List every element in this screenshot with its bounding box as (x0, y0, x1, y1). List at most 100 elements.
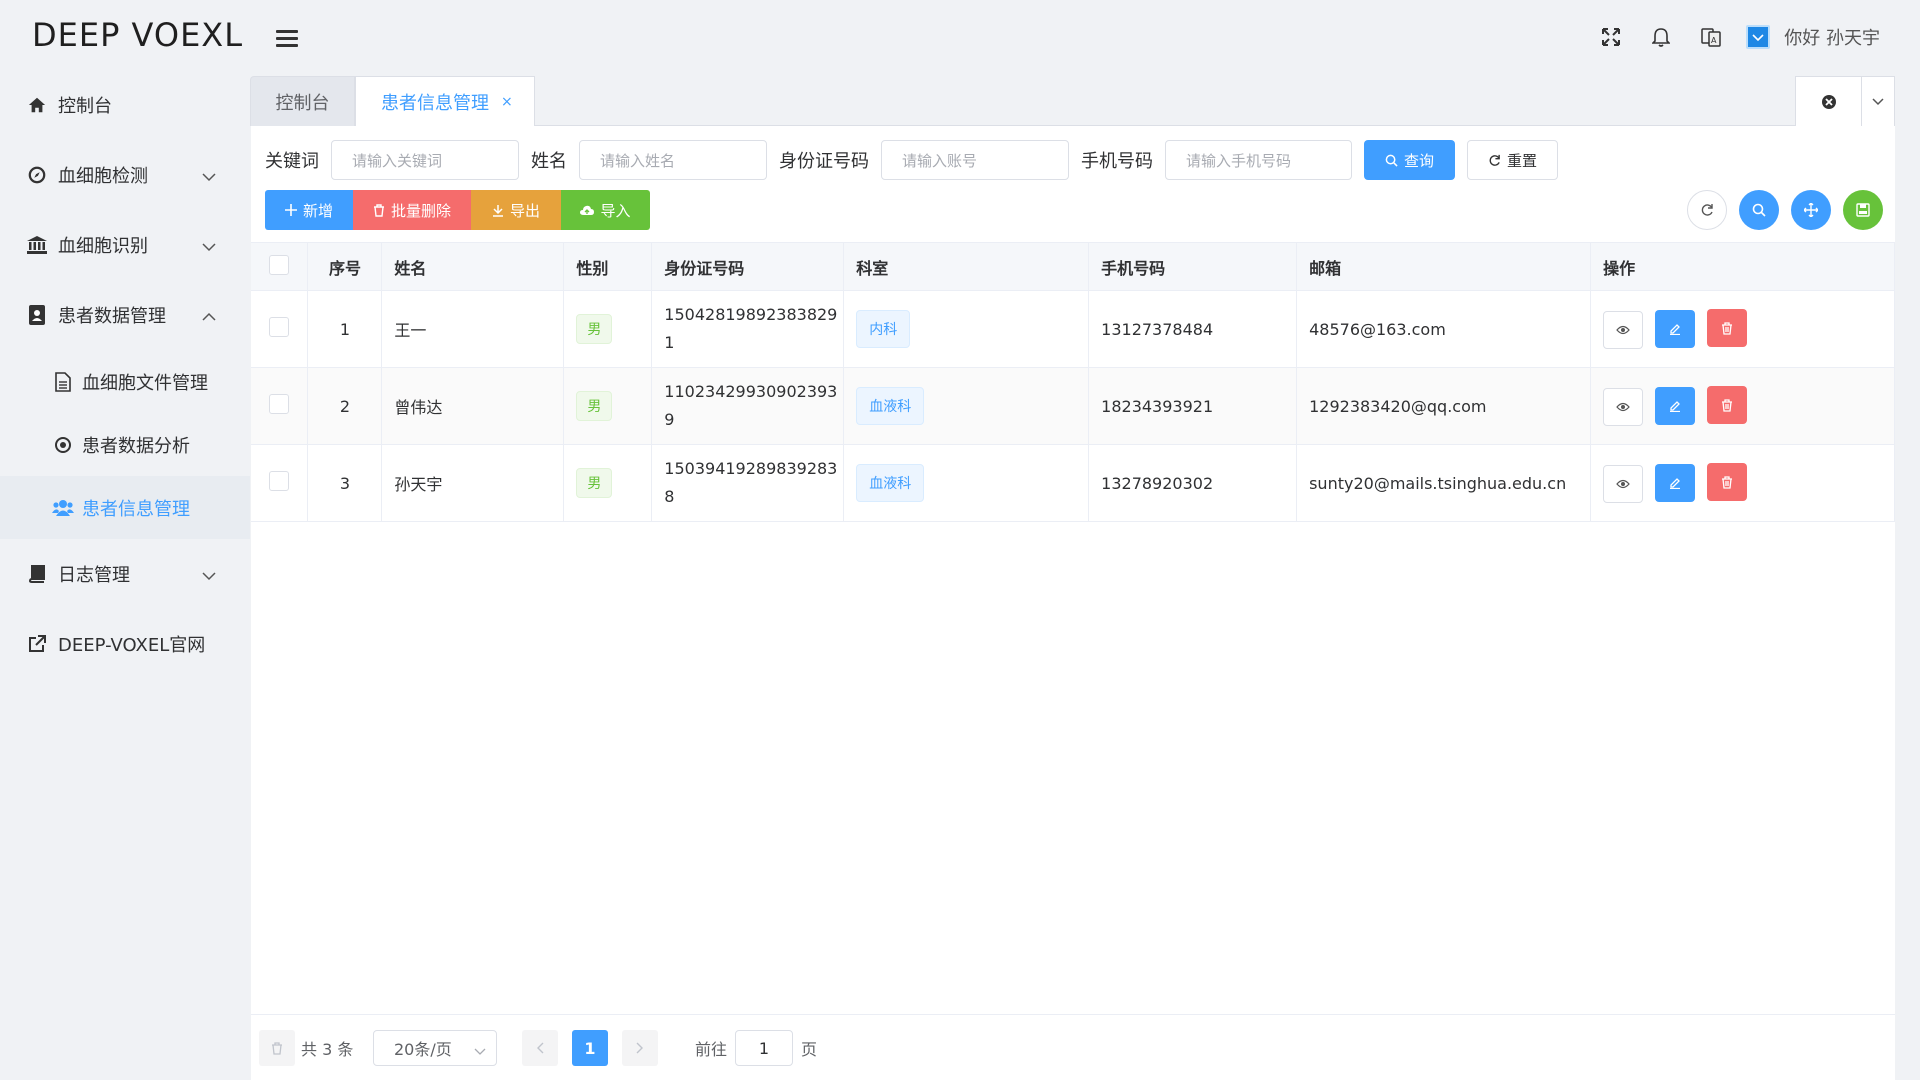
phone-cell: 13127378484 (1088, 290, 1298, 368)
column-header[interactable]: 序号 (307, 242, 383, 291)
view-button[interactable] (1603, 387, 1644, 426)
actions-cell (1590, 290, 1895, 368)
view-button[interactable] (1603, 310, 1644, 349)
edit-button[interactable] (1655, 309, 1696, 348)
table-row[interactable]: 2 曾伟达 男 11023429930902393 9 血液科 182343939… (251, 367, 1895, 445)
app-logo: DEEP VOEXL (32, 16, 244, 54)
delete-button[interactable] (1707, 463, 1748, 502)
row-checkbox[interactable] (269, 317, 290, 337)
sidebar-item-blood-cell-recognition[interactable]: 血细胞识别 (0, 210, 250, 280)
id-number-cell: 15042819892383829 1 (651, 290, 845, 368)
tab-label: 患者信息管理 (381, 92, 489, 114)
bell-icon[interactable] (1650, 26, 1672, 48)
sidebar-subitem-blood-cell-files[interactable]: 血细胞文件管理 (0, 350, 250, 413)
chevron-down-icon (474, 1041, 486, 1060)
name-input[interactable]: 请输入姓名 (579, 140, 767, 180)
column-header[interactable]: 邮箱 (1296, 242, 1592, 291)
reset-button[interactable]: 重置 (1467, 140, 1558, 180)
column-header[interactable]: 性别 (563, 242, 653, 291)
plus-icon (284, 204, 297, 216)
document-icon (52, 371, 74, 393)
sidebar-subitem-patient-info[interactable]: 患者信息管理 (0, 476, 250, 539)
sidebar-item-label: 血细胞检测 (58, 166, 148, 187)
fullscreen-icon[interactable] (1600, 26, 1622, 48)
column-header[interactable]: 操作 (1590, 242, 1895, 291)
reset-button-label: 重置 (1506, 151, 1537, 170)
index-cell: 3 (307, 444, 383, 522)
close-icon[interactable]: × (501, 94, 513, 110)
trash-icon (373, 203, 385, 217)
row-checkbox-cell (251, 367, 309, 445)
sidebar-item-label: 患者数据管理 (58, 306, 166, 327)
column-header[interactable]: 身份证号码 (651, 242, 845, 291)
view-button[interactable] (1603, 464, 1644, 503)
sidebar-item-official-site[interactable]: DEEP-VOXEL官网 (0, 609, 250, 679)
home-icon (26, 94, 48, 116)
table-header-row: 序号 姓名 性别 身份证号码 科室 手机号码 邮箱 操作 (251, 242, 1895, 291)
row-checkbox[interactable] (269, 471, 290, 491)
pencil-icon (1670, 323, 1681, 335)
id-number-line: 9 (664, 410, 675, 429)
tab-patient-info[interactable]: 患者信息管理 × (355, 76, 535, 126)
pencil-icon (1670, 400, 1681, 412)
delete-button[interactable] (1707, 309, 1748, 348)
move-icon[interactable] (1791, 190, 1831, 230)
tab-menu-chevron-down-icon[interactable] (1862, 77, 1894, 126)
page-number-current[interactable]: 1 (572, 1030, 608, 1066)
user-greeting[interactable]: 你好 孙天宇 (1784, 24, 1880, 50)
query-button[interactable]: 查询 (1364, 140, 1455, 180)
pagination-trash-icon[interactable] (259, 1030, 295, 1066)
delete-button[interactable] (1707, 386, 1748, 425)
gender-tag: 男 (576, 314, 613, 344)
id-number-cell: 15039419289839283 8 (651, 444, 845, 522)
sidebar-item-blood-cell-detection[interactable]: 血细胞检测 (0, 140, 250, 210)
tab-dashboard[interactable]: 控制台 (250, 76, 355, 126)
name-cell: 孙天宇 (381, 444, 565, 522)
row-checkbox[interactable] (269, 394, 290, 414)
department-cell: 内科 (843, 290, 1090, 368)
sidebar-item-patient-data[interactable]: 患者数据管理 (0, 280, 250, 350)
query-button-label: 查询 (1403, 151, 1434, 170)
sidebar-item-dashboard[interactable]: 控制台 (0, 70, 250, 140)
menu-toggle-icon[interactable] (276, 30, 298, 48)
edit-button[interactable] (1655, 386, 1696, 425)
add-button[interactable]: 新增 (265, 190, 353, 230)
name-cell: 曾伟达 (381, 367, 565, 445)
tab-bar: 控制台 患者信息管理 × (250, 76, 1895, 127)
keyword-input[interactable]: 请输入关键词 (331, 140, 519, 180)
select-all-checkbox[interactable] (269, 254, 290, 275)
sidebar-subitem-patient-analysis[interactable]: 患者数据分析 (0, 413, 250, 476)
column-header[interactable]: 手机号码 (1088, 242, 1298, 291)
sidebar-item-log-management[interactable]: 日志管理 (0, 539, 250, 609)
next-page-button[interactable] (622, 1030, 658, 1066)
export-button[interactable]: 导出 (471, 190, 561, 230)
eye-icon (1616, 479, 1630, 488)
save-icon[interactable] (1843, 190, 1883, 230)
prev-page-button[interactable] (522, 1030, 558, 1066)
goto-page-input[interactable]: 1 (735, 1030, 793, 1066)
cloud-upload-icon (580, 205, 595, 216)
column-header[interactable]: 科室 (843, 242, 1090, 291)
batch-delete-button[interactable]: 批量删除 (353, 190, 471, 230)
id-number-input[interactable]: 请输入账号 (881, 140, 1069, 180)
table-row[interactable]: 3 孙天宇 男 15039419289839283 8 血液科 132789203… (251, 444, 1895, 522)
sidebar: DEEP VOEXL 控制台 血细胞检测 血细胞识别 患者数据管理 血细胞文件管… (0, 0, 250, 1080)
department-tag: 内科 (856, 310, 911, 348)
row-checkbox-cell (251, 290, 309, 368)
translate-icon[interactable]: A (1700, 26, 1722, 48)
keyword-label: 关键词 (265, 151, 319, 172)
page-size-select[interactable]: 20条/页 (373, 1030, 497, 1066)
phone-input[interactable]: 请输入手机号码 (1165, 140, 1352, 180)
column-header[interactable]: 姓名 (381, 242, 565, 291)
tab-tools (1795, 76, 1895, 127)
search-toggle-icon[interactable] (1739, 190, 1779, 230)
bank-icon (26, 234, 48, 256)
user-avatar[interactable] (1746, 25, 1771, 49)
close-all-tabs-icon[interactable] (1796, 77, 1862, 127)
table-row[interactable]: 1 王一 男 15042819892383829 1 内科 13127378484… (251, 290, 1895, 368)
page-size-value: 20条/页 (394, 1040, 452, 1059)
edit-button[interactable] (1655, 463, 1696, 502)
refresh-icon[interactable] (1687, 190, 1727, 230)
department-cell: 血液科 (843, 444, 1090, 522)
import-button[interactable]: 导入 (561, 190, 650, 230)
